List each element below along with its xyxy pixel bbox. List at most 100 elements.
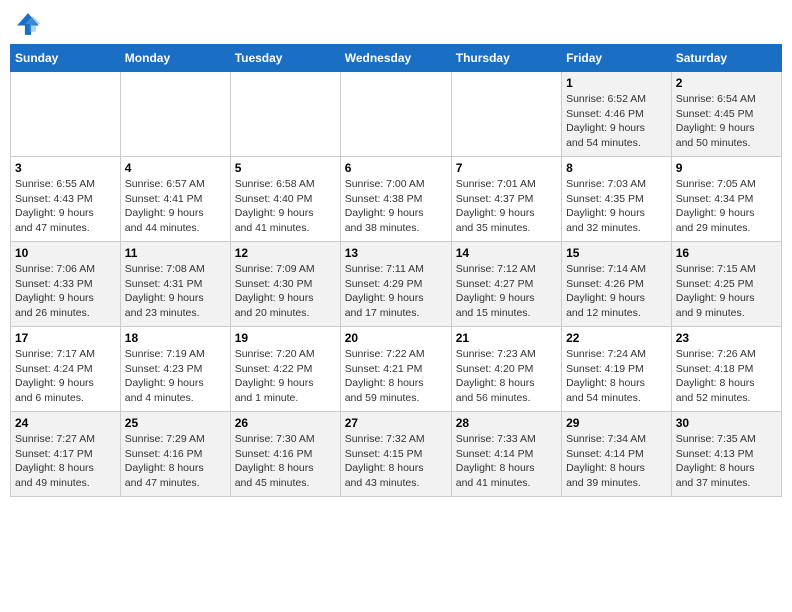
day-number: 20 bbox=[345, 331, 447, 345]
day-info: Sunrise: 7:06 AM Sunset: 4:33 PM Dayligh… bbox=[15, 262, 116, 321]
day-cell: 9 Sunrise: 7:05 AM Sunset: 4:34 PM Daylig… bbox=[671, 157, 781, 242]
day-cell: 24 Sunrise: 7:27 AM Sunset: 4:17 PM Dayli… bbox=[11, 412, 121, 497]
week-row-4: 17 Sunrise: 7:17 AM Sunset: 4:24 PM Dayli… bbox=[11, 327, 782, 412]
day-number: 15 bbox=[566, 246, 667, 260]
day-number: 4 bbox=[125, 161, 226, 175]
day-number: 17 bbox=[15, 331, 116, 345]
page-header bbox=[10, 10, 782, 38]
day-info: Sunrise: 7:08 AM Sunset: 4:31 PM Dayligh… bbox=[125, 262, 226, 321]
day-cell: 30 Sunrise: 7:35 AM Sunset: 4:13 PM Dayli… bbox=[671, 412, 781, 497]
week-row-3: 10 Sunrise: 7:06 AM Sunset: 4:33 PM Dayli… bbox=[11, 242, 782, 327]
day-number: 29 bbox=[566, 416, 667, 430]
day-cell: 14 Sunrise: 7:12 AM Sunset: 4:27 PM Dayli… bbox=[451, 242, 561, 327]
weekday-header-saturday: Saturday bbox=[671, 45, 781, 72]
day-number: 30 bbox=[676, 416, 777, 430]
day-cell: 23 Sunrise: 7:26 AM Sunset: 4:18 PM Dayli… bbox=[671, 327, 781, 412]
day-number: 19 bbox=[235, 331, 336, 345]
day-info: Sunrise: 6:58 AM Sunset: 4:40 PM Dayligh… bbox=[235, 177, 336, 236]
day-number: 5 bbox=[235, 161, 336, 175]
day-cell: 22Sunrise: 7:24 AM Sunset: 4:19 PM Dayli… bbox=[562, 327, 672, 412]
day-number: 25 bbox=[125, 416, 226, 430]
day-info: Sunrise: 7:03 AM Sunset: 4:35 PM Dayligh… bbox=[566, 177, 667, 236]
day-info: Sunrise: 7:33 AM Sunset: 4:14 PM Dayligh… bbox=[456, 432, 557, 491]
day-number: 22 bbox=[566, 331, 667, 345]
day-number: 11 bbox=[125, 246, 226, 260]
day-number: 8 bbox=[566, 161, 667, 175]
day-info: Sunrise: 7:30 AM Sunset: 4:16 PM Dayligh… bbox=[235, 432, 336, 491]
day-number: 28 bbox=[456, 416, 557, 430]
day-info: Sunrise: 7:01 AM Sunset: 4:37 PM Dayligh… bbox=[456, 177, 557, 236]
day-info: Sunrise: 7:15 AM Sunset: 4:25 PM Dayligh… bbox=[676, 262, 777, 321]
day-number: 1 bbox=[566, 76, 667, 90]
calendar-header-row: SundayMondayTuesdayWednesdayThursdayFrid… bbox=[11, 45, 782, 72]
day-number: 14 bbox=[456, 246, 557, 260]
day-cell bbox=[120, 72, 230, 157]
day-number: 2 bbox=[676, 76, 777, 90]
week-row-5: 24 Sunrise: 7:27 AM Sunset: 4:17 PM Dayli… bbox=[11, 412, 782, 497]
day-number: 13 bbox=[345, 246, 447, 260]
day-cell: 11 Sunrise: 7:08 AM Sunset: 4:31 PM Dayli… bbox=[120, 242, 230, 327]
day-cell bbox=[340, 72, 451, 157]
day-cell: 6Sunrise: 7:00 AM Sunset: 4:38 PM Daylig… bbox=[340, 157, 451, 242]
day-cell: 5 Sunrise: 6:58 AM Sunset: 4:40 PM Daylig… bbox=[230, 157, 340, 242]
weekday-header-monday: Monday bbox=[120, 45, 230, 72]
day-cell: 29 Sunrise: 7:34 AM Sunset: 4:14 PM Dayli… bbox=[562, 412, 672, 497]
day-number: 24 bbox=[15, 416, 116, 430]
day-info: Sunrise: 7:12 AM Sunset: 4:27 PM Dayligh… bbox=[456, 262, 557, 321]
day-cell: 4 Sunrise: 6:57 AM Sunset: 4:41 PM Daylig… bbox=[120, 157, 230, 242]
day-number: 9 bbox=[676, 161, 777, 175]
day-cell: 26 Sunrise: 7:30 AM Sunset: 4:16 PM Dayli… bbox=[230, 412, 340, 497]
day-info: Sunrise: 7:27 AM Sunset: 4:17 PM Dayligh… bbox=[15, 432, 116, 491]
day-number: 6 bbox=[345, 161, 447, 175]
day-number: 21 bbox=[456, 331, 557, 345]
day-info: Sunrise: 7:17 AM Sunset: 4:24 PM Dayligh… bbox=[15, 347, 116, 406]
day-info: Sunrise: 7:05 AM Sunset: 4:34 PM Dayligh… bbox=[676, 177, 777, 236]
calendar-table: SundayMondayTuesdayWednesdayThursdayFrid… bbox=[10, 44, 782, 497]
day-number: 7 bbox=[456, 161, 557, 175]
day-cell: 16Sunrise: 7:15 AM Sunset: 4:25 PM Dayli… bbox=[671, 242, 781, 327]
day-number: 26 bbox=[235, 416, 336, 430]
day-cell: 7 Sunrise: 7:01 AM Sunset: 4:37 PM Daylig… bbox=[451, 157, 561, 242]
day-info: Sunrise: 7:26 AM Sunset: 4:18 PM Dayligh… bbox=[676, 347, 777, 406]
day-info: Sunrise: 7:35 AM Sunset: 4:13 PM Dayligh… bbox=[676, 432, 777, 491]
day-cell bbox=[11, 72, 121, 157]
day-info: Sunrise: 7:14 AM Sunset: 4:26 PM Dayligh… bbox=[566, 262, 667, 321]
day-cell: 10 Sunrise: 7:06 AM Sunset: 4:33 PM Dayli… bbox=[11, 242, 121, 327]
day-cell: 27 Sunrise: 7:32 AM Sunset: 4:15 PM Dayli… bbox=[340, 412, 451, 497]
day-info: Sunrise: 7:11 AM Sunset: 4:29 PM Dayligh… bbox=[345, 262, 447, 321]
day-cell: 28 Sunrise: 7:33 AM Sunset: 4:14 PM Dayli… bbox=[451, 412, 561, 497]
weekday-header-sunday: Sunday bbox=[11, 45, 121, 72]
day-cell: 19 Sunrise: 7:20 AM Sunset: 4:22 PM Dayli… bbox=[230, 327, 340, 412]
day-info: Sunrise: 7:34 AM Sunset: 4:14 PM Dayligh… bbox=[566, 432, 667, 491]
day-cell bbox=[230, 72, 340, 157]
day-info: Sunrise: 7:23 AM Sunset: 4:20 PM Dayligh… bbox=[456, 347, 557, 406]
day-cell: 1 Sunrise: 6:52 AM Sunset: 4:46 PM Daylig… bbox=[562, 72, 672, 157]
day-number: 23 bbox=[676, 331, 777, 345]
day-info: Sunrise: 7:19 AM Sunset: 4:23 PM Dayligh… bbox=[125, 347, 226, 406]
day-info: Sunrise: 7:09 AM Sunset: 4:30 PM Dayligh… bbox=[235, 262, 336, 321]
day-cell: 15 Sunrise: 7:14 AM Sunset: 4:26 PM Dayli… bbox=[562, 242, 672, 327]
day-number: 18 bbox=[125, 331, 226, 345]
day-info: Sunrise: 6:57 AM Sunset: 4:41 PM Dayligh… bbox=[125, 177, 226, 236]
day-cell: 13 Sunrise: 7:11 AM Sunset: 4:29 PM Dayli… bbox=[340, 242, 451, 327]
day-info: Sunrise: 7:20 AM Sunset: 4:22 PM Dayligh… bbox=[235, 347, 336, 406]
day-cell: 2 Sunrise: 6:54 AM Sunset: 4:45 PM Daylig… bbox=[671, 72, 781, 157]
weekday-header-friday: Friday bbox=[562, 45, 672, 72]
day-info: Sunrise: 6:54 AM Sunset: 4:45 PM Dayligh… bbox=[676, 92, 777, 151]
day-cell: 25Sunrise: 7:29 AM Sunset: 4:16 PM Dayli… bbox=[120, 412, 230, 497]
logo bbox=[14, 10, 46, 38]
day-cell: 8 Sunrise: 7:03 AM Sunset: 4:35 PM Daylig… bbox=[562, 157, 672, 242]
week-row-2: 3 Sunrise: 6:55 AM Sunset: 4:43 PM Daylig… bbox=[11, 157, 782, 242]
day-cell bbox=[451, 72, 561, 157]
day-number: 3 bbox=[15, 161, 116, 175]
day-cell: 3 Sunrise: 6:55 AM Sunset: 4:43 PM Daylig… bbox=[11, 157, 121, 242]
day-info: Sunrise: 6:52 AM Sunset: 4:46 PM Dayligh… bbox=[566, 92, 667, 151]
day-cell: 17 Sunrise: 7:17 AM Sunset: 4:24 PM Dayli… bbox=[11, 327, 121, 412]
day-number: 27 bbox=[345, 416, 447, 430]
week-row-1: 1 Sunrise: 6:52 AM Sunset: 4:46 PM Daylig… bbox=[11, 72, 782, 157]
day-info: Sunrise: 7:32 AM Sunset: 4:15 PM Dayligh… bbox=[345, 432, 447, 491]
day-info: Sunrise: 6:55 AM Sunset: 4:43 PM Dayligh… bbox=[15, 177, 116, 236]
day-number: 10 bbox=[15, 246, 116, 260]
weekday-header-wednesday: Wednesday bbox=[340, 45, 451, 72]
day-cell: 21 Sunrise: 7:23 AM Sunset: 4:20 PM Dayli… bbox=[451, 327, 561, 412]
